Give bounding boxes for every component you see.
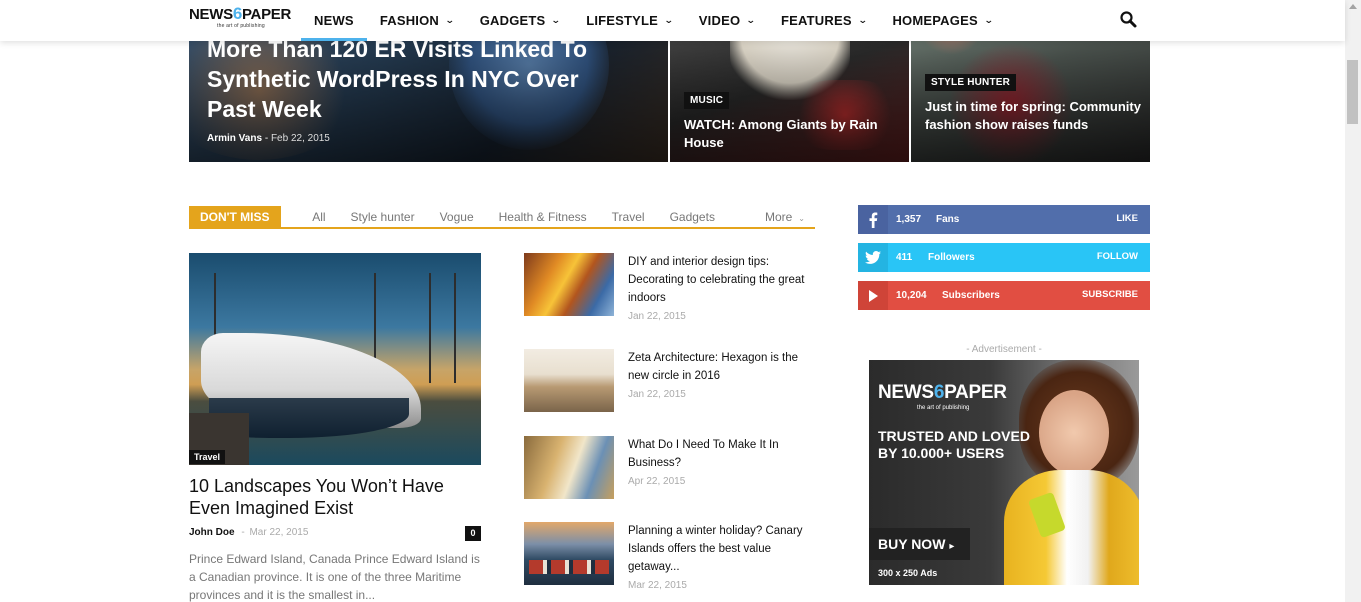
social-label: Subscribers — [942, 290, 1000, 301]
follow-button[interactable]: FOLLOW — [1097, 251, 1138, 262]
chevron-down-icon: ⌄ — [746, 15, 757, 25]
filter-more-dropdown[interactable]: More ⌄ — [740, 210, 805, 224]
article-thumbnail[interactable] — [524, 253, 614, 316]
advertisement-label: - Advertisement - — [966, 344, 1042, 355]
chevron-down-icon: ⌄ — [663, 15, 674, 25]
top-navigation-bar: NEWS6PAPER the art of publishing NEWS FA… — [0, 0, 1345, 41]
featured-article-image[interactable] — [189, 253, 481, 465]
article-title[interactable]: What Do I Need To Make It In Business? — [628, 436, 815, 472]
page-scrollbar[interactable] — [1345, 0, 1361, 602]
filter-tab-travel[interactable]: Travel — [612, 210, 645, 224]
social-label: Followers — [928, 252, 975, 263]
block-filter-tabs: All Style hunter Vogue Health & Fitness … — [287, 210, 805, 224]
ad-logo: NEWS6PAPER — [878, 382, 1007, 403]
social-label: Fans — [936, 214, 960, 225]
logo-wordmark: NEWS6PAPER — [189, 4, 292, 23]
chevron-down-icon: ⌄ — [551, 15, 562, 25]
scrollbar-thumb[interactable] — [1347, 60, 1358, 124]
ad-logo-tagline: the art of publishing — [917, 405, 970, 411]
caret-right-icon: ▸ — [949, 541, 955, 552]
article-thumbnail[interactable] — [524, 436, 614, 499]
article-thumbnail[interactable] — [524, 349, 614, 412]
article-date: Jan 22, 2015 — [628, 311, 686, 322]
list-item[interactable]: DIY and interior design tips: Decorating… — [524, 253, 815, 323]
article-title[interactable]: Zeta Architecture: Hexagon is the new ci… — [628, 349, 815, 385]
chevron-down-icon: ⌄ — [983, 15, 994, 25]
youtube-icon — [858, 281, 888, 310]
article-title[interactable]: DIY and interior design tips: Decorating… — [628, 253, 815, 307]
article-date: Apr 22, 2015 — [628, 476, 686, 487]
hero-date: Feb 22, 2015 — [270, 133, 330, 144]
like-button[interactable]: LIKE — [1116, 213, 1138, 224]
twitter-icon — [858, 243, 888, 272]
filter-tab-health-fitness[interactable]: Health & Fitness — [499, 210, 587, 224]
list-item[interactable]: What Do I Need To Make It In Business? A… — [524, 436, 815, 506]
article-date: Mar 22, 2015 — [249, 527, 309, 538]
filter-tab-gadgets[interactable]: Gadgets — [670, 210, 715, 224]
hero-main-meta: Armin Vans - Feb 22, 2015 — [207, 133, 330, 144]
block-title: DON'T MISS — [189, 206, 281, 229]
site-logo[interactable]: NEWS6PAPER the art of publishing — [189, 4, 299, 36]
article-date: Jan 22, 2015 — [628, 389, 686, 400]
article-thumbnail[interactable] — [524, 522, 614, 585]
featured-article-excerpt: Prince Edward Island, Canada Prince Edwa… — [189, 552, 480, 602]
social-count: 10,204 — [896, 290, 927, 301]
category-badge[interactable]: MUSIC — [684, 92, 730, 109]
dont-miss-header: DON'T MISS All Style hunter Vogue Health… — [189, 206, 815, 229]
ad-size-label: 300 x 250 Ads — [878, 568, 938, 578]
social-count: 1,357 — [896, 214, 922, 225]
chevron-down-icon: ⌄ — [857, 15, 868, 25]
filter-tab-all[interactable]: All — [312, 210, 325, 224]
menu-item-features[interactable]: FEATURES ⌄ — [768, 0, 879, 41]
buy-now-button[interactable]: BUY NOW ▸ — [869, 528, 970, 560]
social-count: 411 — [896, 252, 913, 263]
menu-item-homepages[interactable]: HOMEPAGES ⌄ — [879, 0, 1005, 41]
hero-tile-title[interactable]: WATCH: Among Giants by Rain House — [684, 116, 899, 152]
menu-item-gadgets[interactable]: GADGETS ⌄ — [467, 0, 573, 41]
list-item[interactable]: Planning a winter holiday? Canary Island… — [524, 522, 815, 592]
filter-tab-style-hunter[interactable]: Style hunter — [351, 210, 415, 224]
social-counter-facebook[interactable]: 1,357 Fans LIKE — [858, 205, 1150, 234]
menu-item-lifestyle[interactable]: LIFESTYLE ⌄ — [573, 0, 686, 41]
scroll-up-arrow-icon[interactable] — [1349, 4, 1357, 9]
main-menu: NEWS FASHION ⌄ GADGETS ⌄ LIFESTYLE ⌄ VIDEO ⌄… — [301, 0, 1006, 41]
list-item[interactable]: Zeta Architecture: Hexagon is the new ci… — [524, 349, 815, 419]
social-counter-twitter[interactable]: 411 Followers FOLLOW — [858, 243, 1150, 272]
chevron-down-icon: ⌄ — [444, 15, 455, 25]
advertisement-banner[interactable]: NEWS6PAPER the art of publishing TRUSTED… — [869, 360, 1139, 585]
hero-author[interactable]: Armin Vans — [207, 133, 262, 144]
menu-item-news[interactable]: NEWS — [301, 0, 367, 41]
ad-tagline: TRUSTED AND LOVED BY 10.000+ USERS — [878, 428, 1030, 461]
menu-item-video[interactable]: VIDEO ⌄ — [686, 0, 768, 41]
hero-tile-title[interactable]: Just in time for spring: Community fashi… — [925, 98, 1145, 134]
menu-item-fashion[interactable]: FASHION ⌄ — [367, 0, 467, 41]
subscribe-button[interactable]: SUBSCRIBE — [1082, 289, 1138, 300]
featured-article-meta: John Doe - Mar 22, 2015 — [189, 527, 309, 538]
comment-count-badge[interactable]: 0 — [465, 526, 481, 541]
category-badge[interactable]: Travel — [189, 450, 226, 464]
search-icon[interactable] — [1119, 10, 1139, 30]
filter-tab-vogue[interactable]: Vogue — [440, 210, 474, 224]
social-counter-youtube[interactable]: 10,204 Subscribers SUBSCRIBE — [858, 281, 1150, 310]
article-title[interactable]: Planning a winter holiday? Canary Island… — [628, 522, 815, 576]
facebook-icon — [858, 205, 888, 234]
hero-main-title[interactable]: More Than 120 ER Visits Linked To Synthe… — [207, 34, 627, 124]
article-author[interactable]: John Doe — [189, 527, 235, 538]
chevron-down-icon: ⌄ — [798, 214, 805, 223]
category-badge[interactable]: STYLE HUNTER — [925, 74, 1017, 91]
article-date: Mar 22, 2015 — [628, 580, 687, 591]
featured-article-title[interactable]: 10 Landscapes You Won’t Have Even Imagin… — [189, 475, 481, 519]
